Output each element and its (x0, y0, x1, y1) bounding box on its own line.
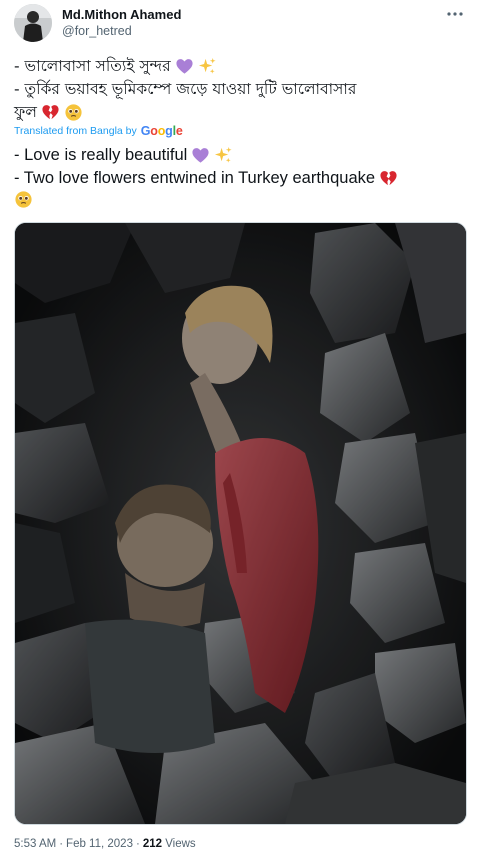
translated-line-2: - Two love flowers entwined in Turkey ea… (14, 167, 468, 190)
tweet-translated-text: - Love is really beautiful - Two love fl… (14, 144, 468, 209)
translated-from-label[interactable]: Translated from Bangla by (14, 125, 137, 137)
original-line-3: ফুল (14, 101, 468, 124)
translation-attribution: Translated from Bangla by Google (14, 124, 183, 138)
translated-line-2-text: - Two love flowers entwined in Turkey ea… (14, 169, 376, 187)
purple-heart-icon (176, 59, 193, 74)
google-logo-e: e (175, 124, 183, 138)
sparkles-icon (215, 146, 232, 163)
more-dots-icon (447, 12, 463, 16)
translated-line-1: - Love is really beautiful (14, 144, 468, 167)
sparkles-icon (198, 57, 216, 74)
broken-heart-icon (42, 105, 59, 120)
meta-separator: · (59, 838, 64, 850)
google-logo: Google (141, 124, 183, 138)
tweet-meta: 5:53 AM · Feb 11, 2023 · 212 Views (14, 838, 196, 850)
views-count: 212 (142, 838, 163, 850)
tweet-photo[interactable] (14, 222, 467, 825)
pleading-face-icon (15, 191, 32, 208)
author-name[interactable]: Md.Mithon Ahamed (62, 7, 181, 22)
original-line-2: - তুর্কির ভয়াবহ ভূমিকম্পে জড়ে যাওয়া দ… (14, 78, 468, 101)
views-label: Views (165, 838, 196, 850)
tweet-time[interactable]: 5:53 AM (14, 838, 56, 850)
tweet-date[interactable]: Feb 11, 2023 (66, 838, 133, 850)
original-line-3-text: ফুল (14, 103, 37, 121)
translated-line-3 (14, 190, 468, 209)
avatar-image (14, 4, 52, 42)
original-line-1: - ভালোবাসা সত্যিই সুন্দর (14, 55, 468, 78)
original-line-1-text: - ভালোবাসা সত্যিই সুন্দর (14, 57, 171, 75)
purple-heart-icon (192, 148, 209, 163)
tweet-original-text: - ভালোবাসা সত্যিই সুন্দর - তুর্কির ভয়াব… (14, 55, 468, 124)
pleading-face-icon (65, 104, 82, 121)
photo-of-two-people-in-rubble-icon (15, 223, 466, 824)
google-logo-g2: g (165, 124, 173, 138)
google-logo-g: G (140, 124, 151, 138)
avatar[interactable] (14, 4, 52, 42)
author-handle[interactable]: @for_hetred (62, 24, 132, 38)
original-line-2-text: - তুর্কির ভয়াবহ ভূমিকম্পে জড়ে যাওয়া দ… (14, 80, 357, 98)
meta-separator: · (135, 838, 140, 850)
tweet-card: Md.Mithon Ahamed @for_hetred - ভালোবাসা … (0, 0, 478, 863)
google-logo-o1: o (150, 124, 158, 138)
broken-heart-icon (380, 171, 397, 186)
more-options-button[interactable] (444, 6, 466, 22)
translated-line-1-text: - Love is really beautiful (14, 146, 188, 164)
